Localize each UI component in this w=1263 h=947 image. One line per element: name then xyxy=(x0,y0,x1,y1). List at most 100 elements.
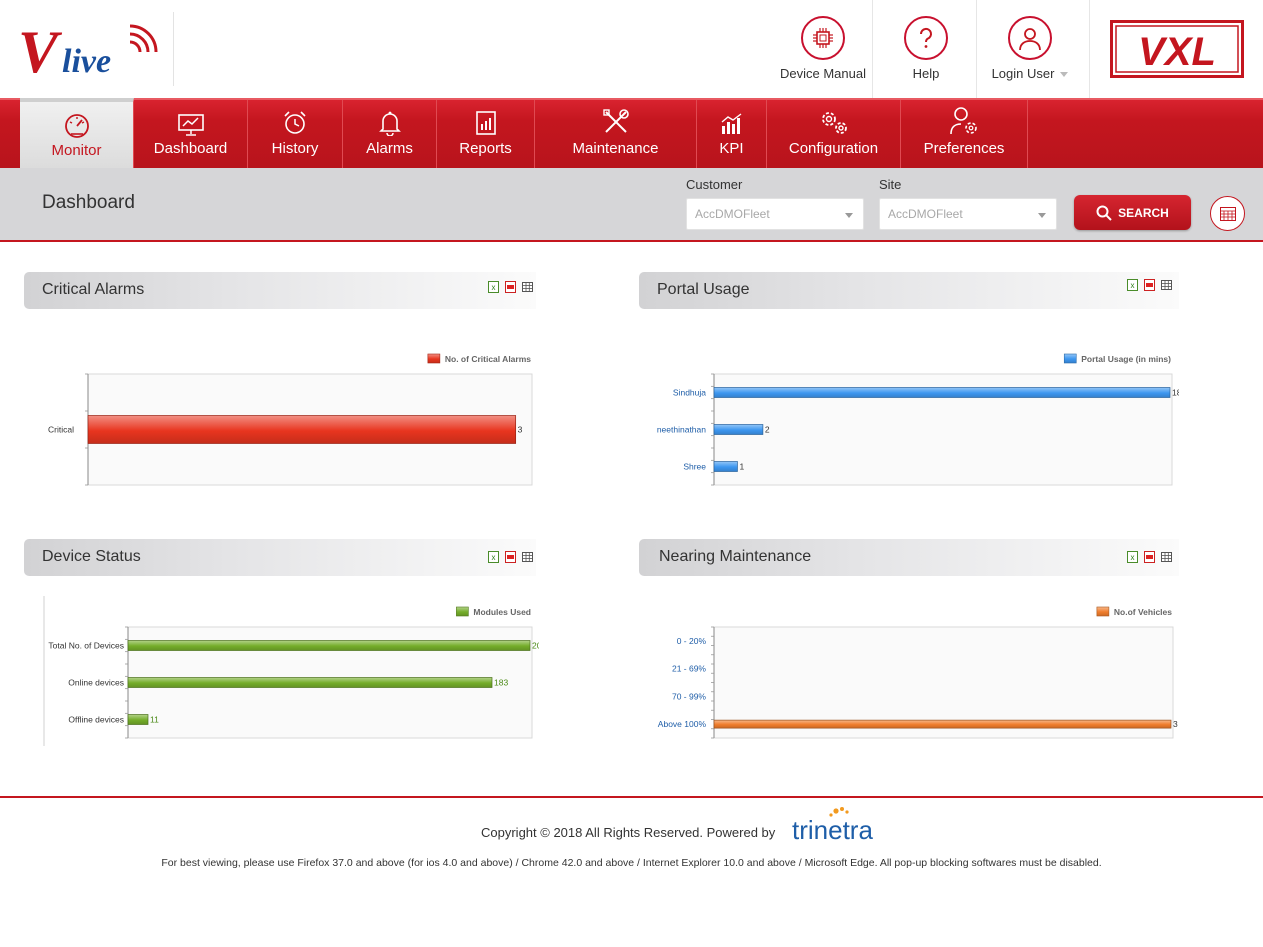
nav-label: KPI xyxy=(719,140,744,157)
header-separator xyxy=(976,0,977,98)
nearing-maintenance-panel-header: Nearing Maintenance x xyxy=(639,539,1179,576)
nav-label: Preferences xyxy=(923,140,1005,157)
panel-title: Portal Usage xyxy=(657,281,750,298)
svg-text:V: V xyxy=(18,19,63,80)
category-label: Online devices xyxy=(68,678,124,688)
site-label: Site xyxy=(879,177,902,192)
nav-item-monitor[interactable]: Monitor xyxy=(20,98,134,168)
panel-title: Critical Alarms xyxy=(42,281,145,298)
grid-view-icon[interactable] xyxy=(522,281,533,293)
excel-export-icon[interactable]: x xyxy=(1127,551,1138,563)
footer-divider xyxy=(0,796,1263,798)
data-label: 2 xyxy=(765,425,770,435)
browser-support-note: For best viewing, please use Firefox 37.… xyxy=(161,857,1102,869)
excel-export-icon[interactable]: x xyxy=(1127,279,1138,291)
export-icons: x xyxy=(488,551,533,563)
vlive-logo[interactable]: V live xyxy=(18,14,158,80)
category-label: Offline devices xyxy=(68,715,124,725)
nav-item-configuration[interactable]: Configuration xyxy=(767,100,901,168)
chart-legend: Modules Used xyxy=(456,606,531,617)
chart-legend: No. of Critical Alarms xyxy=(427,353,531,364)
chevron-down-icon xyxy=(1038,213,1046,218)
speedometer-icon xyxy=(20,102,133,138)
help-button[interactable]: Help xyxy=(880,0,972,98)
device-manual-label: Device Manual xyxy=(780,66,866,81)
bar xyxy=(713,424,764,435)
critical-alarms-chart: No. of Critical Alarms Critical 3 xyxy=(48,353,533,486)
svg-text:x: x xyxy=(1131,281,1135,290)
report-icon xyxy=(437,100,534,136)
calendar-button[interactable] xyxy=(1210,196,1245,231)
page-title: Dashboard xyxy=(42,192,135,213)
logo-divider xyxy=(173,12,174,86)
grid-view-icon[interactable] xyxy=(1161,279,1172,291)
nearing-maintenance-chart: No.of Vehicles 0 - 20% 21 - 69% 70 - 99% Abo… xyxy=(658,606,1178,739)
legend-swatch xyxy=(456,606,469,617)
svg-text:trinetra: trinetra xyxy=(792,815,873,844)
site-select[interactable]: AccDMOFleet xyxy=(879,198,1057,230)
nav-label: History xyxy=(271,140,319,157)
category-label: Shree xyxy=(683,462,706,472)
copyright-text: Copyright © 2018 All Rights Reserved. Po… xyxy=(481,825,776,840)
data-label: 183 xyxy=(494,678,508,688)
nav-label: Monitor xyxy=(51,142,102,159)
pdf-export-icon[interactable] xyxy=(505,551,516,563)
data-label: 11 xyxy=(150,715,159,725)
pdf-export-icon[interactable] xyxy=(1144,551,1155,563)
data-label: 18 xyxy=(1172,388,1179,398)
grid-view-icon[interactable] xyxy=(1161,551,1172,563)
category-label: Sindhuja xyxy=(673,388,706,398)
grid-view-icon[interactable] xyxy=(522,551,533,563)
chip-icon xyxy=(801,16,845,60)
excel-export-icon[interactable]: x xyxy=(488,551,499,563)
nav-label: Reports xyxy=(459,140,512,157)
user-gear-icon xyxy=(901,100,1027,136)
nav-label: Alarms xyxy=(366,140,413,157)
legend-label: No.of Vehicles xyxy=(1114,607,1172,617)
bell-icon xyxy=(343,100,436,136)
nav-item-reports[interactable]: Reports xyxy=(437,100,535,168)
nav-label: Dashboard xyxy=(153,140,228,157)
tools-icon xyxy=(535,100,696,136)
trinetra-logo[interactable]: trinetra xyxy=(792,806,887,844)
customer-select[interactable]: AccDMOFleet xyxy=(686,198,864,230)
nav-label: Maintenance xyxy=(572,140,659,157)
bar xyxy=(713,387,1171,398)
svg-text:x: x xyxy=(1131,553,1135,562)
help-label: Help xyxy=(912,66,940,81)
header-separator xyxy=(872,0,873,98)
search-icon xyxy=(1096,205,1112,221)
category-label: Critical xyxy=(48,425,74,435)
chart-legend: Portal Usage (in mins) xyxy=(1063,353,1171,364)
export-icons: x xyxy=(488,281,533,293)
header: V live Device Manual Help Login User VXL xyxy=(0,0,1263,98)
category-label: 0 - 20% xyxy=(677,636,707,646)
nav-item-preferences[interactable]: Preferences xyxy=(901,100,1028,168)
search-button[interactable]: SEARCH xyxy=(1074,195,1191,230)
excel-export-icon[interactable]: x xyxy=(488,281,499,293)
device-manual-button[interactable]: Device Manual xyxy=(777,0,869,98)
legend-label: Modules Used xyxy=(473,607,531,617)
nav-item-dashboard[interactable]: Dashboard xyxy=(134,100,248,168)
nav-item-maintenance[interactable]: Maintenance xyxy=(535,100,697,168)
bar xyxy=(713,719,1172,729)
nav-item-kpi[interactable]: KPI xyxy=(697,100,767,168)
data-label: 202 xyxy=(532,641,539,651)
login-user-menu[interactable]: Login User xyxy=(980,0,1080,98)
site-value: AccDMOFleet xyxy=(888,207,963,221)
device-status-panel-header: Device Status x xyxy=(24,539,536,576)
pdf-export-icon[interactable] xyxy=(505,281,516,293)
data-label: 3 xyxy=(518,425,523,435)
search-label: SEARCH xyxy=(1118,205,1169,220)
customer-value: AccDMOFleet xyxy=(695,207,770,221)
bar xyxy=(87,415,517,444)
chevron-down-icon xyxy=(1060,72,1069,78)
nav-item-alarms[interactable]: Alarms xyxy=(343,100,437,168)
nav-item-history[interactable]: History xyxy=(248,100,343,168)
chevron-down-icon xyxy=(845,213,853,218)
alarm-clock-icon xyxy=(248,100,342,136)
category-label: 21 - 69% xyxy=(672,664,706,674)
pdf-export-icon[interactable] xyxy=(1144,279,1155,291)
header-separator xyxy=(1089,0,1090,98)
portal-usage-panel-header: Portal Usage x xyxy=(639,272,1179,309)
